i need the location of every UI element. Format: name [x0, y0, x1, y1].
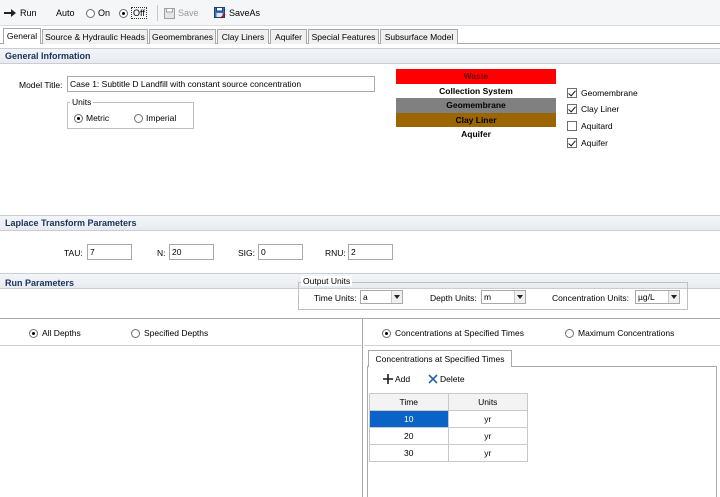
- depth-units-select[interactable]: m: [481, 290, 526, 304]
- split-divider[interactable]: [362, 318, 363, 497]
- max-concentrations-radio[interactable]: Maximum Concentrations: [565, 328, 674, 338]
- time-units-label: Time Units:: [314, 293, 357, 303]
- chevron-down-icon: [391, 291, 402, 303]
- time-units-select[interactable]: a: [360, 290, 403, 304]
- layer-waste: Waste: [396, 69, 556, 84]
- checkbox-icon: [567, 121, 577, 131]
- layer-aquifer: Aquifer: [396, 127, 556, 142]
- radio-checked-icon: [382, 328, 391, 338]
- units-column-header[interactable]: Units: [447, 393, 528, 411]
- checkbox-checked-icon: [567, 104, 577, 114]
- checkbox-checked-icon: [567, 138, 577, 148]
- time-cell[interactable]: 20: [369, 427, 449, 445]
- save-icon: [164, 7, 175, 19]
- radio-checked-icon: [119, 8, 128, 18]
- aquitard-checkbox[interactable]: Aquitard: [567, 121, 613, 131]
- aquifer-checkbox[interactable]: Aquifer: [567, 138, 608, 148]
- radio-icon: [131, 328, 140, 338]
- model-title-label: Model Title:: [19, 80, 63, 90]
- n-input[interactable]: 20: [169, 244, 214, 260]
- conc-specified-times-radio[interactable]: Concentrations at Specified Times: [382, 328, 524, 338]
- units-group-label: Units: [70, 97, 94, 107]
- tab-special-features[interactable]: Special Features: [308, 29, 379, 44]
- table-row[interactable]: 20 yr: [369, 427, 528, 445]
- radio-icon: [134, 113, 143, 123]
- depth-units-label: Depth Units:: [430, 293, 477, 303]
- checkbox-checked-icon: [567, 88, 577, 98]
- radio-checked-icon: [29, 328, 38, 338]
- units-metric-radio[interactable]: Metric: [74, 113, 109, 123]
- time-cell[interactable]: 10: [369, 410, 449, 428]
- model-title-input[interactable]: Case 1: Subtitle D Landfill with constan…: [67, 76, 375, 92]
- conc-units-select[interactable]: µg/L: [635, 290, 680, 304]
- general-info-header: [0, 48, 720, 64]
- n-label: N:: [157, 248, 166, 258]
- layer-clay-liner: Clay Liner: [396, 113, 556, 128]
- sig-label: SIG:: [238, 248, 256, 258]
- units-cell[interactable]: yr: [447, 427, 528, 445]
- units-cell[interactable]: yr: [447, 410, 528, 428]
- radio-icon: [565, 328, 574, 338]
- table-row[interactable]: 30 yr: [369, 444, 528, 462]
- delete-button[interactable]: Delete: [428, 374, 465, 384]
- auto-off-radio[interactable]: Off: [119, 5, 147, 21]
- sig-input[interactable]: 0: [258, 244, 303, 260]
- times-table: Time Units 10 yr 20 yr 30 yr: [369, 393, 528, 462]
- conc-panel-divider: [364, 345, 720, 346]
- radio-checked-icon: [74, 113, 83, 123]
- tab-subsurface-model[interactable]: Subsurface Model: [380, 29, 458, 44]
- geomembrane-checkbox[interactable]: Geomembrane: [567, 88, 638, 98]
- rnu-input[interactable]: 2: [348, 244, 393, 260]
- all-depths-radio[interactable]: All Depths: [29, 328, 81, 338]
- saveas-icon: [214, 7, 226, 19]
- table-header-row: Time Units: [369, 393, 528, 411]
- close-icon: [428, 374, 438, 384]
- run-icon: [4, 9, 16, 17]
- run-button[interactable]: Run: [4, 5, 37, 21]
- laplace-title: Laplace Transform Parameters: [5, 218, 137, 228]
- tab-general[interactable]: General: [3, 28, 41, 44]
- saveas-button[interactable]: SaveAs: [214, 5, 260, 21]
- auto-on-radio[interactable]: On: [86, 5, 110, 21]
- units-imperial-radio[interactable]: Imperial: [134, 113, 176, 123]
- output-units-label: Output Units: [301, 276, 353, 286]
- tab-geomembranes[interactable]: Geomembranes: [149, 29, 216, 44]
- layer-geomembrane: Geomembrane: [396, 98, 556, 113]
- add-button[interactable]: Add: [383, 374, 410, 384]
- subtab-conc-specified-times[interactable]: Concentrations at Specified Times: [368, 350, 512, 367]
- specified-depths-radio[interactable]: Specified Depths: [131, 328, 208, 338]
- layer-collection-system: Collection System: [396, 84, 556, 99]
- time-cell[interactable]: 30: [369, 444, 449, 462]
- clay-liner-checkbox[interactable]: Clay Liner: [567, 104, 619, 114]
- tau-input[interactable]: 7: [87, 244, 132, 260]
- conc-units-label: Concentration Units:: [552, 293, 630, 303]
- tab-clay-liners[interactable]: Clay Liners: [217, 29, 269, 44]
- run-label: Run: [20, 8, 37, 18]
- plus-icon: [383, 374, 393, 384]
- chevron-down-icon: [514, 291, 525, 303]
- rnu-label: RNU:: [325, 248, 346, 258]
- table-row[interactable]: 10 yr: [369, 410, 528, 428]
- tab-source-hydraulic-heads[interactable]: Source & Hydraulic Heads: [42, 29, 148, 44]
- save-button[interactable]: Save: [164, 5, 199, 21]
- general-info-title: General Information: [5, 51, 91, 61]
- tab-aquifer[interactable]: Aquifer: [270, 29, 307, 44]
- auto-label: Auto: [56, 8, 75, 18]
- depth-panel-divider: [0, 345, 362, 346]
- radio-icon: [86, 8, 95, 18]
- run-params-title: Run Parameters: [5, 278, 75, 288]
- time-column-header[interactable]: Time: [369, 393, 449, 411]
- main-tabs: General Source & Hydraulic Heads Geomemb…: [0, 28, 720, 44]
- tau-label: TAU:: [64, 248, 83, 258]
- toolbar: Run Auto On Off Save SaveAs: [0, 0, 720, 26]
- split-top-border: [0, 318, 720, 319]
- toolbar-separator: [157, 5, 158, 21]
- units-cell[interactable]: yr: [447, 444, 528, 462]
- chevron-down-icon: [668, 291, 679, 303]
